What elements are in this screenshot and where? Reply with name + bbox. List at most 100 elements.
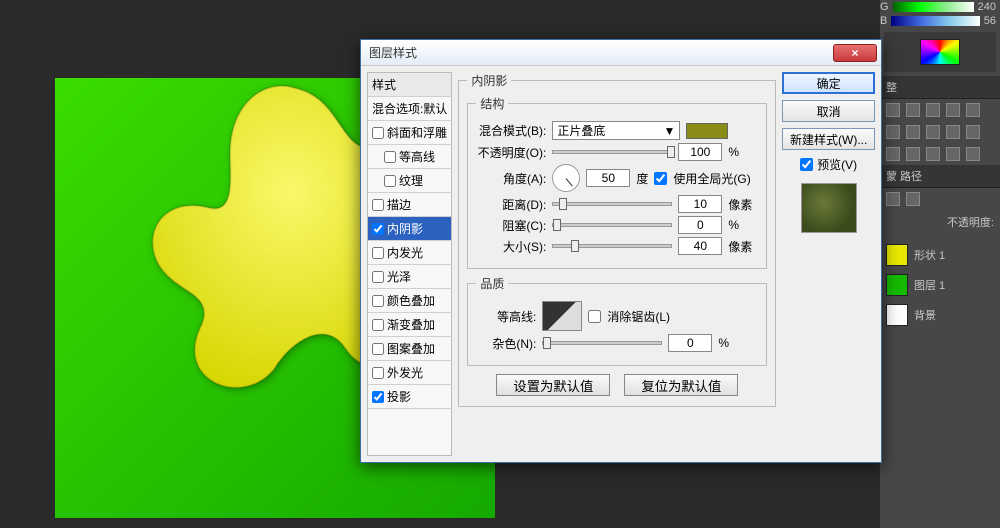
adjust-icon[interactable]: [906, 147, 920, 161]
style-checkbox[interactable]: [372, 223, 384, 235]
layer-style-dialog: 图层样式 × 样式 混合选项:默认 斜面和浮雕等高线纹理描边内阴影内发光光泽颜色…: [360, 39, 882, 463]
adjust-icon[interactable]: [906, 103, 920, 117]
dialog-right-pane: 确定 取消 新建样式(W)... 预览(V): [782, 72, 875, 456]
opacity-slider[interactable]: [552, 150, 672, 154]
style-checkbox[interactable]: [372, 367, 384, 379]
style-item[interactable]: 图案叠加: [368, 337, 451, 361]
opacity-input[interactable]: [678, 143, 722, 161]
style-item-label: 纹理: [399, 172, 423, 189]
blend-mode-label: 混合模式(B):: [476, 122, 546, 139]
style-checkbox[interactable]: [384, 175, 396, 187]
blend-options-label: 混合选项:默认: [372, 100, 447, 117]
mask-tab[interactable]: 蒙 路径: [880, 165, 1000, 188]
layer-thumb: [886, 244, 908, 266]
choke-slider[interactable]: [552, 223, 672, 227]
opacity-label: 不透明度:: [947, 214, 994, 230]
blend-options[interactable]: 混合选项:默认: [368, 97, 451, 121]
angle-input[interactable]: [586, 169, 630, 187]
adjust-icon[interactable]: [926, 147, 940, 161]
new-style-button[interactable]: 新建样式(W)...: [782, 128, 875, 150]
style-item[interactable]: 光泽: [368, 265, 451, 289]
layer-item[interactable]: 背景: [880, 300, 1000, 330]
dialog-title: 图层样式: [369, 44, 833, 61]
style-checkbox[interactable]: [372, 391, 384, 403]
size-slider[interactable]: [552, 244, 672, 248]
chevron-down-icon: ▼: [663, 124, 675, 138]
layer-item[interactable]: 形状 1: [880, 240, 1000, 270]
unit: %: [728, 145, 758, 159]
unit: %: [718, 336, 748, 350]
ramp-g[interactable]: [893, 2, 974, 12]
layer-name: 形状 1: [914, 247, 945, 263]
noise-slider[interactable]: [542, 341, 662, 345]
adjust-icon[interactable]: [926, 103, 940, 117]
distance-input[interactable]: [678, 195, 722, 213]
antialias-checkbox[interactable]: [588, 310, 601, 323]
style-item[interactable]: 纹理: [368, 169, 451, 193]
adjust-icon[interactable]: [946, 125, 960, 139]
style-item[interactable]: 外发光: [368, 361, 451, 385]
style-item[interactable]: 渐变叠加: [368, 313, 451, 337]
style-item[interactable]: 内阴影: [368, 217, 451, 241]
style-item-label: 内阴影: [387, 220, 423, 237]
mask-icon[interactable]: [906, 192, 920, 206]
label-b: B: [880, 15, 887, 27]
titlebar[interactable]: 图层样式 ×: [361, 40, 881, 66]
adjust-icon[interactable]: [886, 103, 900, 117]
style-item[interactable]: 描边: [368, 193, 451, 217]
style-item[interactable]: 等高线: [368, 145, 451, 169]
blend-mode-combo[interactable]: 正片叠底 ▼: [552, 121, 680, 140]
distance-slider[interactable]: [552, 202, 672, 206]
adjust-icon[interactable]: [946, 147, 960, 161]
adjust-icon[interactable]: [966, 103, 980, 117]
settings-pane: 内阴影 结构 混合模式(B): 正片叠底 ▼ 不透明度(O):: [458, 72, 776, 456]
ramp-b[interactable]: [891, 16, 979, 26]
style-item[interactable]: 投影: [368, 385, 451, 409]
adjust-icon[interactable]: [926, 125, 940, 139]
style-checkbox[interactable]: [372, 295, 384, 307]
adjust-icon[interactable]: [946, 103, 960, 117]
close-button[interactable]: ×: [833, 44, 877, 62]
choke-input[interactable]: [678, 216, 722, 234]
layer-item[interactable]: 图层 1: [880, 270, 1000, 300]
style-item-label: 等高线: [399, 148, 435, 165]
preview-checkbox[interactable]: [800, 158, 813, 171]
set-default-button[interactable]: 设置为默认值: [496, 374, 610, 396]
style-checkbox[interactable]: [372, 271, 384, 283]
structure-fieldset: 结构 混合模式(B): 正片叠底 ▼ 不透明度(O): %: [467, 95, 767, 269]
style-checkbox[interactable]: [384, 151, 396, 163]
text-tool-icon[interactable]: [886, 192, 900, 206]
color-swatch[interactable]: [686, 123, 728, 139]
adjust-icon[interactable]: [966, 125, 980, 139]
antialias-label: 消除锯齿(L): [607, 308, 670, 325]
value-b: 56: [984, 15, 996, 27]
style-checkbox[interactable]: [372, 127, 384, 139]
adjust-icon[interactable]: [886, 125, 900, 139]
color-picker[interactable]: [884, 32, 996, 72]
noise-input[interactable]: [668, 334, 712, 352]
contour-label: 等高线:: [476, 308, 536, 325]
ok-button[interactable]: 确定: [782, 72, 875, 94]
style-item-label: 图案叠加: [387, 340, 435, 357]
style-item[interactable]: 内发光: [368, 241, 451, 265]
color-b-row: B 56: [880, 14, 1000, 28]
style-checkbox[interactable]: [372, 247, 384, 259]
cancel-button[interactable]: 取消: [782, 100, 875, 122]
style-item[interactable]: 斜面和浮雕: [368, 121, 451, 145]
adjust-tab[interactable]: 整: [880, 76, 1000, 99]
global-light-label: 使用全局光(G): [673, 170, 750, 187]
style-checkbox[interactable]: [372, 199, 384, 211]
reset-default-button[interactable]: 复位为默认值: [624, 374, 738, 396]
style-checkbox[interactable]: [372, 343, 384, 355]
size-input[interactable]: [678, 237, 722, 255]
layer-name: 图层 1: [914, 277, 945, 293]
adjust-icon[interactable]: [886, 147, 900, 161]
close-icon: ×: [851, 46, 858, 60]
style-checkbox[interactable]: [372, 319, 384, 331]
global-light-checkbox[interactable]: [654, 172, 667, 185]
adjust-icon[interactable]: [966, 147, 980, 161]
adjust-icon[interactable]: [906, 125, 920, 139]
style-item[interactable]: 颜色叠加: [368, 289, 451, 313]
contour-picker[interactable]: [542, 301, 582, 331]
angle-dial[interactable]: [552, 164, 580, 192]
